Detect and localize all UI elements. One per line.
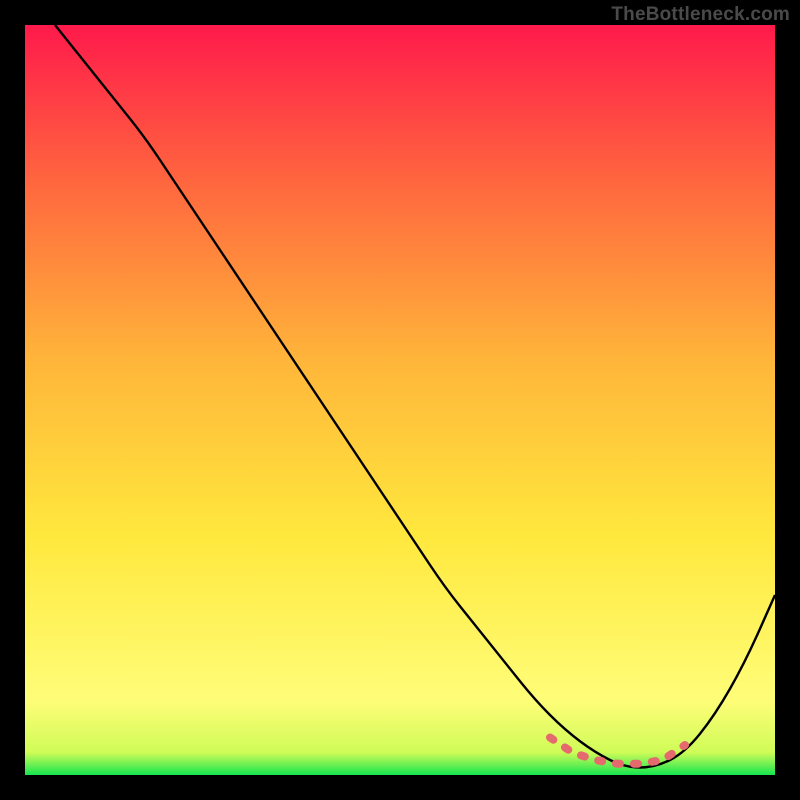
plot-area — [25, 25, 775, 775]
bottleneck-chart — [25, 25, 775, 775]
gradient-background — [25, 25, 775, 775]
watermark-text: TheBottleneck.com — [611, 4, 790, 26]
chart-stage: TheBottleneck.com — [0, 0, 800, 800]
